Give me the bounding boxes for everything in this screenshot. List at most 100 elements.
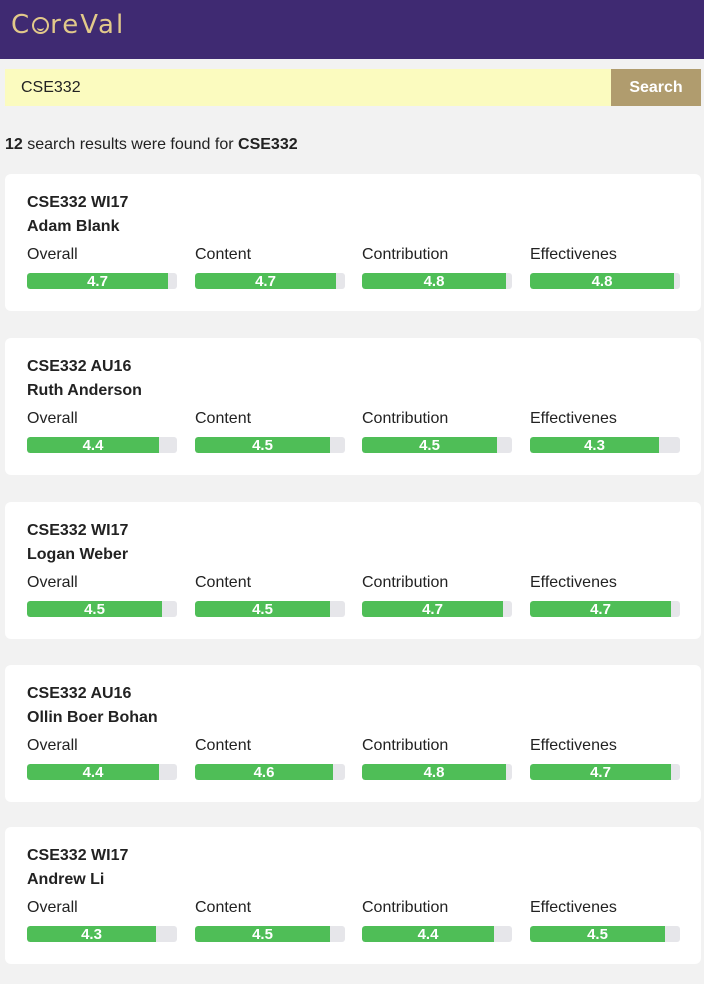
metric-label: Contribution: [362, 574, 449, 591]
metric-label: Content: [195, 574, 252, 591]
rating-metric: Effectivenes 4.8: [530, 246, 680, 289]
course-title: CSE332 WI17: [27, 194, 129, 211]
metric-label: Content: [195, 246, 252, 263]
rating-value: 4.7: [590, 601, 611, 617]
rating-bar: 4.5: [195, 926, 345, 942]
rating-bar: 4.5: [195, 601, 345, 617]
course-title: CSE332 WI17: [27, 522, 129, 539]
rating-metric: Content 4.5: [195, 574, 345, 617]
rating-bar: 4.8: [530, 273, 680, 289]
rating-metric: Contribution 4.4: [362, 899, 512, 942]
course-title: CSE332 AU16: [27, 685, 132, 702]
rating-metric: Overall 4.5: [27, 574, 177, 617]
instructor-name: Andrew Li: [27, 871, 105, 888]
rating-value: 4.5: [587, 926, 608, 942]
smiley-icon: [32, 17, 50, 34]
rating-metric: Effectivenes 4.7: [530, 574, 680, 617]
metric-label: Effectivenes: [530, 410, 617, 427]
rating-bar: 4.7: [362, 601, 512, 617]
instructor-name: Adam Blank: [27, 218, 120, 235]
rating-value: 4.4: [82, 437, 104, 453]
rating-metric: Contribution 4.8: [362, 737, 512, 780]
rating-value: 4.8: [591, 273, 613, 289]
rating-value: 4.6: [253, 764, 275, 780]
rating-value: 4.5: [419, 437, 440, 453]
result-card[interactable]: CSE332 WI17 Adam Blank Overall 4.7 Content 4.…: [5, 174, 701, 311]
rating-bar: 4.3: [27, 926, 177, 942]
results-query: CSE332: [238, 136, 298, 153]
rating-value: 4.7: [255, 273, 276, 289]
result-card[interactable]: CSE332 WI17 Logan Weber Overall 4.5 Content 4…: [5, 502, 701, 639]
metric-label: Overall: [27, 574, 78, 591]
rating-bar: 4.7: [530, 764, 680, 780]
results-summary-text: search results were found for: [22, 136, 239, 153]
rating-bar: 4.4: [362, 926, 512, 942]
search-input[interactable]: [5, 69, 611, 106]
result-card[interactable]: CSE332 WI17 Andrew Li Overall 4.3 Content 4.5…: [5, 827, 701, 964]
metric-label: Effectivenes: [530, 574, 617, 591]
rating-metric: Overall 4.7: [27, 246, 177, 289]
rating-metric: Contribution 4.5: [362, 410, 512, 453]
metric-label: Overall: [27, 410, 78, 427]
app-header: CreVal: [0, 0, 704, 59]
rating-bar: 4.5: [530, 926, 680, 942]
search-button[interactable]: Search: [611, 69, 701, 106]
rating-metric: Content 4.6: [195, 737, 345, 780]
metric-label: Content: [195, 899, 252, 916]
course-title: CSE332 WI17: [27, 847, 129, 864]
rating-value: 4.3: [81, 926, 102, 942]
rating-value: 4.5: [252, 437, 273, 453]
rating-bar: 4.7: [27, 273, 177, 289]
rating-metric: Contribution 4.7: [362, 574, 512, 617]
instructor-name: Ruth Anderson: [27, 382, 142, 399]
rating-bar: 4.4: [27, 764, 177, 780]
rating-value: 4.8: [423, 273, 445, 289]
rating-value: 4.7: [87, 273, 108, 289]
rating-value: 4.5: [252, 926, 273, 942]
rating-bar: 4.7: [530, 601, 680, 617]
results-summary: 12 search results were found for CSE332: [5, 136, 298, 154]
rating-metric: Content 4.7: [195, 246, 345, 289]
rating-value: 4.4: [417, 926, 439, 942]
rating-metric: Effectivenes 4.7: [530, 737, 680, 780]
instructor-name: Ollin Boer Bohan: [27, 709, 158, 726]
rating-bar: 4.7: [195, 273, 345, 289]
instructor-name: Logan Weber: [27, 546, 129, 563]
metric-label: Contribution: [362, 737, 449, 754]
course-title: CSE332 AU16: [27, 358, 132, 375]
rating-bar: 4.8: [362, 764, 512, 780]
rating-metric: Effectivenes 4.5: [530, 899, 680, 942]
metric-label: Content: [195, 737, 252, 754]
logo-text: reVal: [50, 10, 126, 40]
rating-bar: 4.5: [362, 437, 512, 453]
rating-value: 4.4: [82, 764, 104, 780]
rating-bar: 4.3: [530, 437, 680, 453]
rating-metric: Effectivenes 4.3: [530, 410, 680, 453]
metric-label: Contribution: [362, 410, 449, 427]
rating-value: 4.7: [422, 601, 443, 617]
rating-metric: Overall 4.3: [27, 899, 177, 942]
rating-value: 4.5: [252, 601, 273, 617]
rating-metric: Contribution 4.8: [362, 246, 512, 289]
rating-bar: 4.4: [27, 437, 177, 453]
metric-label: Overall: [27, 246, 78, 263]
rating-bar: 4.6: [195, 764, 345, 780]
metric-label: Contribution: [362, 246, 449, 263]
rating-bar: 4.5: [27, 601, 177, 617]
results-count: 12: [5, 136, 23, 153]
result-card[interactable]: CSE332 AU16 Ollin Boer Bohan Overall 4.4 Con…: [5, 665, 701, 802]
rating-bar: 4.8: [362, 273, 512, 289]
result-card[interactable]: CSE332 AU16 Ruth Anderson Overall 4.4 Conten…: [5, 338, 701, 475]
metric-label: Contribution: [362, 899, 449, 916]
rating-metric: Overall 4.4: [27, 737, 177, 780]
rating-value: 4.3: [584, 437, 605, 453]
search-bar: Search: [5, 69, 701, 106]
rating-metric: Overall 4.4: [27, 410, 177, 453]
rating-metric: Content 4.5: [195, 899, 345, 942]
metric-label: Overall: [27, 737, 78, 754]
metric-label: Content: [195, 410, 252, 427]
rating-value: 4.5: [84, 601, 105, 617]
rating-value: 4.7: [590, 764, 611, 780]
rating-metric: Content 4.5: [195, 410, 345, 453]
coreval-logo[interactable]: CreVal: [11, 10, 125, 40]
